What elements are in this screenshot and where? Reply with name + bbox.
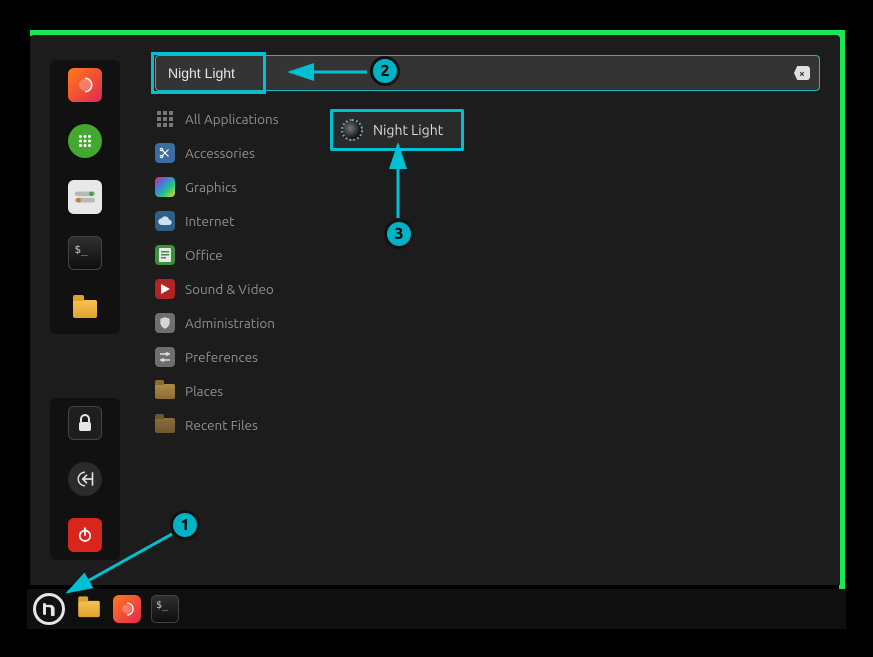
annotation-badge-3: 3 (384, 219, 414, 249)
annotation-arrows (0, 0, 873, 657)
annotation-badge-1: 1 (170, 510, 200, 540)
annotation-badge-2: 2 (370, 56, 400, 86)
